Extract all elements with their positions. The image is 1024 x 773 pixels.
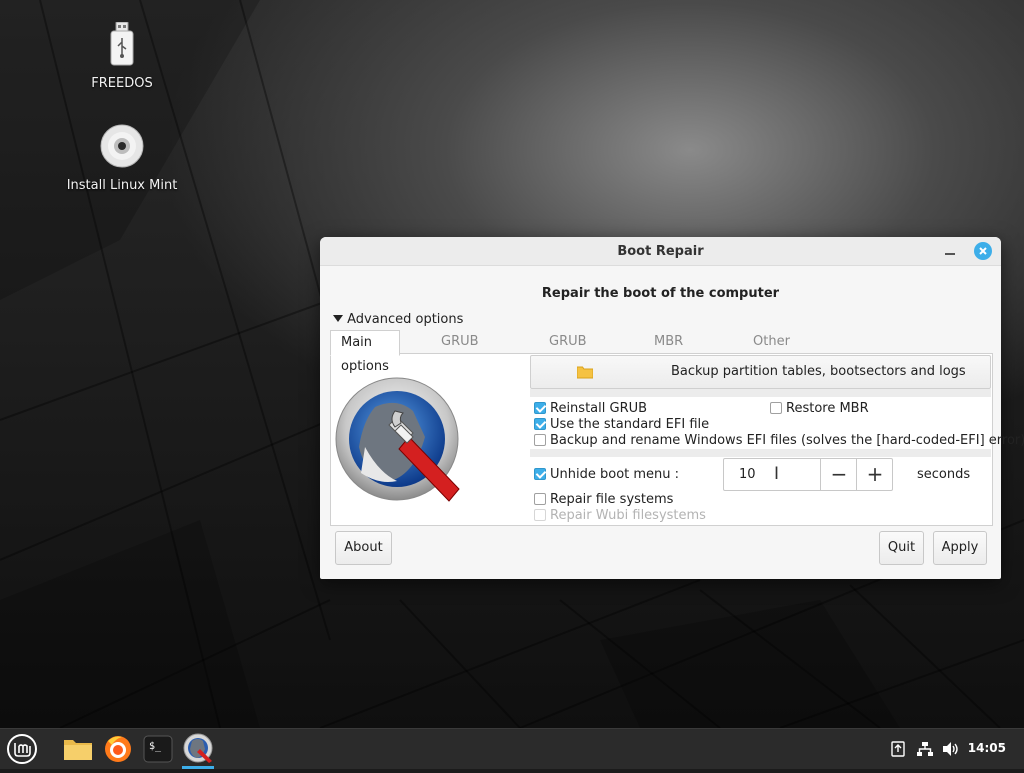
taskbar-terminal[interactable]: $_ (138, 729, 178, 769)
network-icon (917, 742, 933, 756)
expander-label: Advanced options (347, 312, 464, 327)
folder-icon (577, 366, 593, 379)
desktop-icon-label: FREEDOS (91, 76, 153, 91)
decrement-button[interactable]: − (820, 459, 857, 490)
checkbox-checked-icon (534, 468, 546, 480)
standard-efi-checkbox[interactable]: Use the standard EFI file (534, 417, 709, 432)
minimize-icon (945, 253, 955, 255)
separator (530, 449, 991, 457)
repair-file-systems-label: Repair file systems (550, 492, 674, 507)
backup-button-label: Backup partition tables, bootsectors and… (671, 364, 966, 379)
advanced-options-expander[interactable]: Advanced options (333, 312, 463, 327)
triangle-down-icon (333, 315, 343, 322)
update-manager-icon (891, 741, 905, 757)
taskbar-boot-repair[interactable] (178, 729, 218, 769)
taskbar-files[interactable] (58, 729, 98, 769)
firefox-icon (105, 736, 131, 762)
backup-rename-efi-label: Backup and rename Windows EFI files (sol… (550, 433, 1024, 448)
increment-button[interactable]: + (856, 459, 893, 490)
svg-text:$_: $_ (149, 741, 162, 752)
tab-grub-options[interactable]: GRUB options (549, 330, 597, 373)
unhide-boot-menu-checkbox[interactable]: Unhide boot menu : (534, 467, 679, 482)
usb-drive-icon (110, 21, 134, 66)
clock[interactable]: 14:05 (968, 741, 1006, 755)
backup-rename-efi-checkbox[interactable]: Backup and rename Windows EFI files (sol… (534, 433, 1024, 448)
desktop-icon-freedos[interactable]: FREEDOS (57, 21, 187, 91)
tab-other-options[interactable]: Other options (753, 330, 801, 373)
separator (530, 389, 991, 397)
repair-wubi-label: Repair Wubi filesystems (550, 508, 706, 523)
checkbox-unchecked-icon (770, 402, 782, 414)
tray-volume[interactable] (942, 741, 960, 761)
checkbox-unchecked-icon (534, 434, 546, 446)
mint-menu-icon (7, 734, 37, 764)
reinstall-grub-label: Reinstall GRUB (550, 401, 648, 416)
checkbox-checked-icon (534, 418, 546, 430)
window-titlebar[interactable]: Boot Repair (320, 237, 1001, 266)
tray-update-manager[interactable] (890, 741, 906, 761)
window-title: Boot Repair (617, 244, 704, 259)
tab-grub-location[interactable]: GRUB location (441, 330, 493, 373)
desktop-icon-label: Install Linux Mint (66, 178, 178, 193)
quit-button[interactable]: Quit (879, 531, 924, 565)
repair-wubi-checkbox: Repair Wubi filesystems (534, 508, 706, 523)
tray-network[interactable] (916, 741, 934, 761)
boot-repair-icon (183, 733, 213, 763)
terminal-icon: $_ (143, 735, 173, 763)
minimize-button[interactable] (941, 242, 959, 260)
tab-mbr-options[interactable]: MBR options (654, 330, 702, 373)
backup-partition-tables-button[interactable]: Backup partition tables, bootsectors and… (530, 355, 991, 389)
close-button[interactable] (974, 242, 992, 260)
boot-menu-seconds-spinbox[interactable]: 10 I − + (723, 458, 893, 491)
boot-repair-window: Boot Repair Repair the boot of the compu… (320, 237, 1024, 579)
boot-repair-logo (335, 377, 460, 502)
standard-efi-label: Use the standard EFI file (550, 417, 710, 432)
files-icon (64, 740, 92, 760)
text-cursor-icon: I (774, 464, 780, 484)
taskbar: $_ 14:05 (0, 728, 1024, 769)
taskbar-firefox[interactable] (98, 729, 138, 769)
optical-disc-icon (100, 124, 144, 168)
apply-button[interactable]: Apply (933, 531, 987, 565)
page-heading: Repair the boot of the computer (541, 286, 780, 301)
desktop-icon-install-linux-mint[interactable]: Install Linux Mint (57, 124, 187, 193)
main-options-panel: Backup partition tables, bootsectors and… (330, 353, 1024, 526)
volume-icon (943, 742, 958, 756)
about-button[interactable]: About (335, 531, 392, 565)
checkbox-disabled-icon (534, 509, 546, 521)
tab-main-options[interactable]: Main options (330, 330, 400, 374)
reinstall-grub-checkbox[interactable]: Reinstall GRUB (534, 401, 647, 416)
checkbox-checked-icon (534, 402, 546, 414)
seconds-unit-label: seconds (917, 467, 971, 482)
mint-menu-button[interactable] (2, 729, 42, 769)
repair-file-systems-checkbox[interactable]: Repair file systems (534, 492, 673, 507)
checkbox-unchecked-icon (534, 493, 546, 505)
restore-mbr-checkbox[interactable]: Restore MBR (770, 401, 869, 416)
unhide-boot-menu-label: Unhide boot menu : (550, 467, 680, 482)
restore-mbr-label: Restore MBR (786, 401, 869, 416)
close-icon (979, 247, 987, 255)
seconds-value[interactable]: 10 (739, 467, 756, 482)
